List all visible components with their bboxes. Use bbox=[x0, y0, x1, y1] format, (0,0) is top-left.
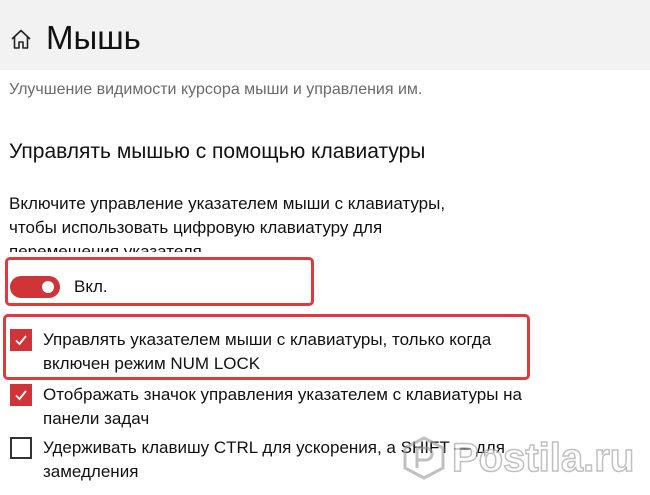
mouse-keys-toggle-row[interactable]: Вкл. bbox=[10, 272, 108, 302]
option-label: Управлять указателем мыши с клавиатуры, … bbox=[43, 330, 492, 373]
numlock-checkbox[interactable] bbox=[10, 329, 32, 351]
section-title: Управлять мышью с помощью клавиатуры bbox=[9, 140, 426, 163]
page-header: Мышь bbox=[0, 0, 650, 70]
check-icon bbox=[15, 390, 27, 401]
page-description: Улучшение видимости курсора мыши и управ… bbox=[9, 81, 423, 98]
toggle-knob bbox=[42, 281, 54, 293]
watermark: Postila.ru bbox=[402, 435, 635, 481]
check-icon bbox=[15, 335, 27, 346]
section-intro: Включите управление указателем мыши с кл… bbox=[9, 194, 446, 252]
toggle-label: Вкл. bbox=[74, 277, 108, 296]
home-icon[interactable] bbox=[10, 28, 32, 50]
watermark-logo-icon bbox=[403, 436, 445, 480]
option-numlock[interactable]: Управлять указателем мыши с клавиатуры, … bbox=[10, 328, 533, 376]
option-taskbar-icon[interactable]: Отображать значок управления указателем … bbox=[10, 383, 533, 431]
ctrl-shift-checkbox[interactable] bbox=[10, 437, 32, 459]
option-label: Отображать значок управления указателем … bbox=[43, 385, 522, 428]
watermark-text: Postila.ru bbox=[451, 435, 635, 481]
mouse-keys-toggle[interactable] bbox=[10, 276, 60, 298]
page-title: Мышь bbox=[46, 19, 141, 56]
taskbar-icon-checkbox[interactable] bbox=[10, 384, 32, 406]
